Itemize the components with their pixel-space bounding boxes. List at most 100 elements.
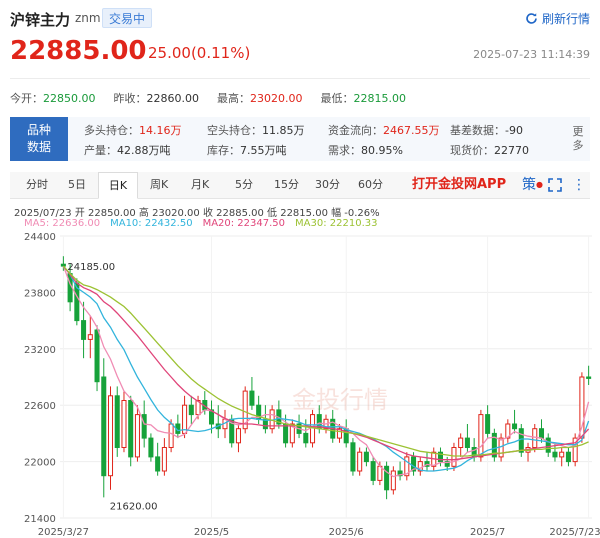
candle-body: [518, 428, 524, 453]
candle-body: [451, 447, 457, 467]
candle-body: [377, 465, 383, 481]
quote-item: 最低：22815.00: [321, 90, 407, 106]
x-tick-label: 2025/5: [194, 527, 229, 538]
variety-data-value: 80.95%: [361, 144, 403, 157]
quote-value: 23020.00: [250, 92, 303, 105]
candle-body: [458, 437, 464, 449]
candle-body: [370, 461, 376, 481]
candle-body: [357, 451, 363, 472]
candle-body: [249, 390, 255, 406]
quote-value: 22860.00: [146, 92, 200, 105]
variety-data-label: 库存：: [207, 144, 240, 157]
quote-row: 今开：22850.00 昨收：22860.00 最高：23020.00 最低：2281…: [10, 90, 590, 106]
ma-line-MA5: [62, 265, 590, 478]
watermark: 金投行情: [292, 386, 388, 414]
variety-data-item: 多头持仓：14.16万: [84, 122, 182, 138]
candle-body: [168, 423, 174, 448]
quote-label: 最低：: [320, 92, 354, 105]
y-tick-label: 23200: [24, 345, 56, 356]
quote-value: 22850.00: [43, 92, 96, 105]
ma-line-MA10: [62, 265, 590, 472]
quote-item: 最高：23020.00: [217, 90, 303, 106]
more-options-icon[interactable]: ⋮: [572, 172, 586, 198]
kline-chart[interactable]: 24400 23800 23200 22600 22000 21400 2025/3/27 2…: [0, 228, 600, 538]
quote-item: 今开：22850.00: [10, 90, 96, 106]
candle-body: [478, 414, 484, 458]
candle-body: [87, 334, 93, 340]
candle-body: [107, 395, 114, 477]
candle-body: [363, 451, 369, 463]
candle-body: [485, 414, 491, 434]
candle-body: [121, 400, 127, 448]
tab-周K[interactable]: 周K: [150, 172, 168, 199]
price-change: 25.00(0.11%): [148, 44, 251, 62]
more-link[interactable]: 更多: [572, 125, 584, 153]
x-tick-label: 2025/3/27: [38, 527, 89, 538]
refresh-label: 刷新行情: [541, 12, 590, 26]
y-tick-label: 23800: [24, 288, 56, 299]
open-app-link[interactable]: 打开金投网APP: [412, 172, 506, 198]
variety-data-item: 库存：7.55万吨: [207, 142, 287, 158]
candle-body: [283, 423, 289, 444]
candle-body: [161, 447, 167, 472]
candle-body: [586, 376, 592, 379]
variety-data-label: 多头持仓：: [84, 124, 139, 137]
candle-body: [81, 320, 87, 340]
candle-summary: 2025/07/23 开 22850.00 高 23020.00 收 22885…: [14, 208, 380, 219]
candle-body: [134, 414, 140, 458]
low-label: 21620.00: [110, 501, 158, 512]
candle-body: [114, 395, 120, 449]
variety-data-value: 22770: [494, 144, 529, 157]
variety-data-value: 2467.55万: [383, 124, 440, 137]
candle-body: [148, 437, 154, 458]
refresh-icon: [526, 13, 537, 24]
tab-日K[interactable]: 日K: [98, 172, 138, 199]
variety-data-tag[interactable]: 品种 数据: [10, 117, 68, 161]
y-tick-label: 22600: [24, 401, 56, 412]
tab-分时[interactable]: 分时: [26, 172, 48, 199]
x-tick-label: 2025/6: [329, 527, 364, 538]
variety-data-value: -90: [505, 124, 523, 137]
candle-body: [538, 428, 545, 439]
variety-data-item: 空头持仓：11.85万: [207, 122, 305, 138]
tab-15分[interactable]: 15分: [274, 172, 299, 199]
candle-body: [141, 414, 147, 439]
quote-value: 22815.00: [353, 92, 407, 105]
refresh-button[interactable]: 刷新行情: [525, 10, 590, 27]
variety-data-value: 7.55万吨: [240, 144, 287, 157]
variety-data-item: 资金流向：2467.55万: [328, 122, 440, 138]
divider: [10, 78, 590, 79]
tab-月K[interactable]: 月K: [191, 172, 209, 199]
variety-data-item: 基差数据：-90: [450, 122, 523, 138]
status-badge: 交易中: [102, 8, 153, 28]
symbol-code: znm: [75, 11, 101, 25]
candle-body: [384, 465, 390, 491]
y-tick-label: 22000: [24, 458, 56, 469]
candle-body: [128, 400, 134, 458]
y-tick-label: 21400: [24, 514, 56, 525]
y-tick-label: 24400: [24, 232, 56, 243]
candle-body: [303, 432, 309, 444]
candle-body: [94, 329, 100, 383]
candle-body: [464, 437, 470, 449]
tab-5分[interactable]: 5分: [235, 172, 253, 199]
candle-body: [310, 414, 316, 444]
candle-body: [559, 451, 565, 458]
variety-data-label: 现货价：: [450, 144, 494, 157]
quote-label: 今开：: [10, 92, 43, 105]
tab-60分[interactable]: 60分: [358, 172, 383, 199]
candle-body: [60, 263, 66, 267]
variety-data-label: 产量：: [84, 144, 117, 157]
candle-body: [235, 428, 241, 444]
high-label: 24185.00: [67, 262, 115, 273]
fullscreen-icon[interactable]: [548, 172, 562, 201]
candle-body: [188, 404, 194, 416]
quote-datetime: 2025-07-23 11:14:39: [473, 48, 590, 61]
candle-body: [512, 423, 518, 430]
strategy-button[interactable]: 策●: [522, 172, 543, 198]
variety-tag-line1: 品种: [26, 123, 51, 137]
tab-30分[interactable]: 30分: [315, 172, 340, 199]
quote-label: 最高：: [217, 92, 250, 105]
variety-data-label: 基差数据：: [450, 124, 505, 137]
tab-5日[interactable]: 5日: [68, 172, 86, 199]
